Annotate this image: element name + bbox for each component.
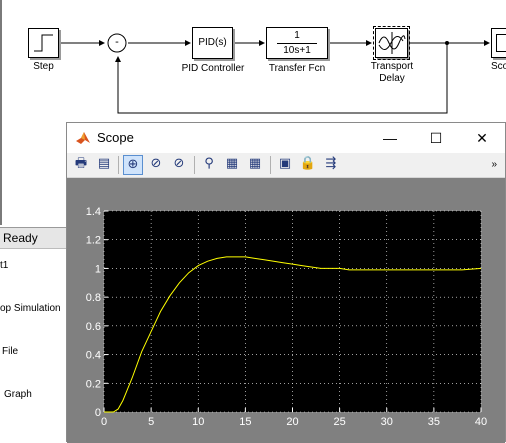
x-tick-label: 25	[334, 416, 346, 428]
toolbar-separator	[194, 156, 195, 174]
side-item-stop-simulation[interactable]: op Simulation	[0, 303, 61, 314]
side-item-t1[interactable]: t1	[0, 260, 8, 271]
minimize-button[interactable]: —	[367, 123, 413, 153]
transfer-label: Transfer Fcn	[268, 63, 326, 74]
close-button[interactable]: ✕	[459, 123, 505, 153]
y-tick-label: 1.4	[86, 206, 101, 218]
toolbar-overflow-icon[interactable]: »	[491, 159, 497, 170]
x-tick-label: 10	[192, 416, 204, 428]
scope-title-bar[interactable]: Scope — ☐ ✕	[67, 123, 505, 153]
toolbar-separator	[118, 156, 119, 174]
scope-block-label: Sco	[491, 61, 506, 72]
tf-fraction-bar	[277, 43, 317, 44]
scope-plot[interactable]: 0 5 10 15 20 25 30 35 40 0 0.2 0.4 0.6 0.8 1 1.2 1.4	[67, 178, 505, 443]
status-text: Ready	[3, 231, 38, 245]
branch-point	[445, 41, 449, 45]
side-item-graph[interactable]: Graph	[4, 389, 32, 400]
delay-icon	[378, 32, 406, 54]
y-tick-label: 0.4	[86, 350, 101, 362]
zoom-y-icon[interactable]: ⊘	[169, 155, 189, 175]
x-tick-label: 5	[148, 416, 154, 428]
y-tick-label: 1	[95, 263, 101, 275]
zoom-in-icon[interactable]: ⊕	[123, 155, 143, 175]
pid-label: PID Controller	[181, 63, 245, 74]
x-tick-label: 35	[428, 416, 440, 428]
scope-window: Scope — ☐ ✕ » 🖶 ▤ ⊕ ⊘ ⊘ ⚲ ▦ ▦ ▣ 🔒 ⇶ 0 5 10 15 20 25 30 35…	[66, 122, 506, 443]
y-tick-label: 1.2	[86, 235, 101, 247]
toolbar-separator	[270, 156, 271, 174]
side-item-file[interactable]: File	[2, 346, 18, 357]
restore-axes-icon[interactable]: ▦	[245, 155, 265, 175]
scope-title: Scope	[97, 130, 134, 145]
y-tick-label: 0.6	[86, 321, 101, 333]
step-label: Step	[33, 61, 54, 72]
scope-figure: 0 5 10 15 20 25 30 35 40 0 0.2 0.4 0.6 0.8 1 1.2 1.4	[67, 178, 505, 443]
x-tick-label: 40	[475, 416, 487, 428]
pid-text: PID(s)	[198, 37, 227, 48]
scope-toolbar: » 🖶 ▤ ⊕ ⊘ ⊘ ⚲ ▦ ▦ ▣ 🔒 ⇶	[67, 153, 505, 178]
delay-label-2: Delay	[379, 73, 405, 84]
x-tick-label: 20	[286, 416, 298, 428]
pid-controller-block[interactable]: PID(s)	[192, 27, 233, 59]
delay-label-1: Transport	[370, 61, 414, 72]
y-tick-label: 0.8	[86, 292, 101, 304]
floating-scope-icon[interactable]: ▣	[275, 155, 295, 175]
scope-block-icon	[496, 34, 506, 52]
x-tick-label: 30	[381, 416, 393, 428]
sum-sign: -	[115, 36, 119, 48]
x-tick-label: 0	[101, 416, 107, 428]
lock-icon[interactable]: 🔒	[298, 155, 318, 175]
maximize-button[interactable]: ☐	[413, 123, 459, 153]
parameters-icon[interactable]: ▤	[94, 155, 114, 175]
simulink-status-panel: Ready t1 op Simulation File Graph	[0, 227, 67, 443]
save-axes-icon[interactable]: ▦	[222, 155, 242, 175]
step-block[interactable]	[28, 28, 59, 58]
autoscale-icon[interactable]: ⚲	[199, 155, 219, 175]
matlab-logo-icon	[76, 132, 90, 144]
transfer-fcn-block[interactable]: 1 10s+1	[266, 27, 328, 59]
y-tick-label: 0.2	[86, 378, 101, 390]
scope-block[interactable]	[491, 28, 506, 58]
tf-denominator: 10s+1	[283, 45, 311, 56]
status-bar: Ready	[0, 228, 67, 249]
tf-numerator: 1	[294, 30, 300, 41]
transport-delay-block[interactable]	[373, 26, 410, 60]
x-tick-label: 15	[239, 416, 251, 428]
zoom-x-icon[interactable]: ⊘	[146, 155, 166, 175]
step-icon	[34, 34, 53, 52]
signal-selection-icon[interactable]: ⇶	[321, 155, 341, 175]
print-icon[interactable]: 🖶	[71, 155, 91, 175]
y-tick-label: 0	[95, 407, 101, 419]
